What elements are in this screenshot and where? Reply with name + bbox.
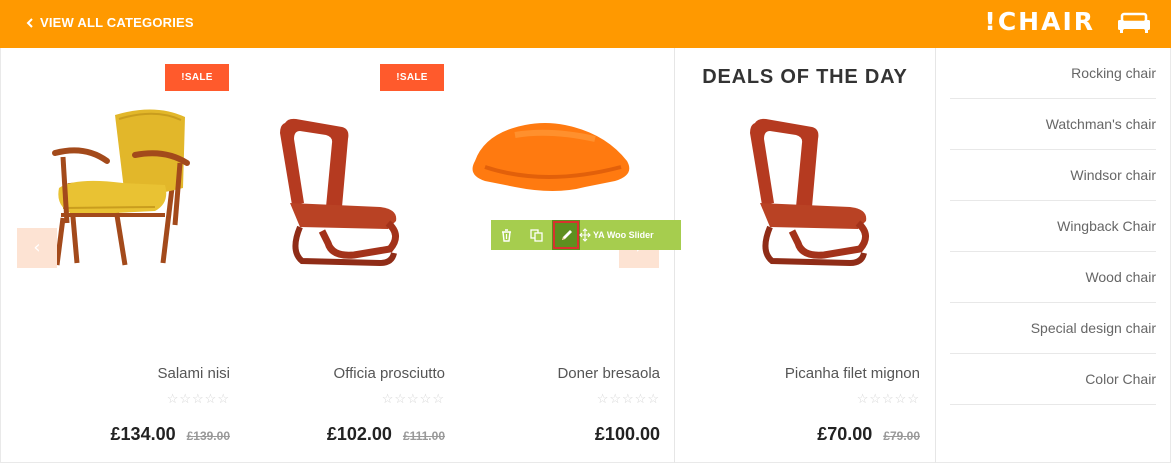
widget-edit-toolbar: YA Woo Slider bbox=[491, 220, 681, 250]
category-item-wood-chair[interactable]: Wood chair bbox=[950, 252, 1156, 303]
pencil-icon bbox=[561, 229, 572, 240]
category-item-wingback-chair[interactable]: Wingback Chair bbox=[950, 201, 1156, 252]
price-current: £134.00 bbox=[110, 424, 176, 444]
delete-button[interactable] bbox=[492, 220, 520, 250]
price-original: £139.00 bbox=[186, 429, 230, 443]
edit-button[interactable] bbox=[552, 220, 580, 250]
move-icon[interactable] bbox=[579, 228, 591, 242]
price-block: £70.00 £79.00 bbox=[817, 424, 920, 445]
price-current: £102.00 bbox=[326, 424, 392, 444]
product-card[interactable]: !SALE Officia prosciutto ☆☆☆☆☆ £102.00 £… bbox=[230, 48, 445, 463]
duplicate-button[interactable] bbox=[522, 220, 550, 250]
slider-prev-button[interactable]: ‹ bbox=[17, 228, 57, 268]
trash-icon bbox=[501, 228, 511, 242]
sofa-icon bbox=[1118, 12, 1150, 33]
category-list: Rocking chair Watchman's chair Windsor c… bbox=[950, 48, 1156, 405]
price-block: £134.00 £139.00 bbox=[111, 424, 230, 445]
price-original: £79.00 bbox=[883, 429, 920, 443]
product-image-cantilever-chair[interactable] bbox=[230, 103, 445, 273]
sale-badge: !SALE bbox=[165, 64, 229, 91]
category-item-special-design-chair[interactable]: Special design chair bbox=[950, 303, 1156, 354]
chevron-left-icon: ‹ bbox=[33, 237, 41, 258]
chevron-left-icon bbox=[26, 17, 33, 28]
deal-product-card[interactable]: Picanha filet mignon ☆☆☆☆☆ £70.00 £79.00 bbox=[705, 48, 920, 463]
view-all-categories-link[interactable]: VIEW ALL CATEGORIES bbox=[26, 15, 194, 30]
copy-icon bbox=[529, 228, 543, 242]
product-name[interactable]: Salami nisi bbox=[157, 365, 230, 382]
rating-stars: ☆☆☆☆☆ bbox=[381, 391, 445, 406]
product-name[interactable]: Officia prosciutto bbox=[334, 365, 445, 382]
brand-logo: !CHAIR bbox=[984, 7, 1095, 36]
divider bbox=[935, 48, 936, 463]
price-current: £70.00 bbox=[817, 424, 873, 444]
price-block: £102.00 £111.00 bbox=[327, 424, 445, 445]
price-original: £111.00 bbox=[402, 429, 445, 443]
price-current: £100.00 bbox=[594, 424, 660, 444]
price-block: £100.00 bbox=[595, 424, 660, 445]
category-item-watchmans-chair[interactable]: Watchman's chair bbox=[950, 99, 1156, 150]
category-item-windsor-chair[interactable]: Windsor chair bbox=[950, 150, 1156, 201]
category-item-rocking-chair[interactable]: Rocking chair bbox=[950, 48, 1156, 99]
rating-stars: ☆☆☆☆☆ bbox=[856, 391, 920, 406]
view-all-categories-label: VIEW ALL CATEGORIES bbox=[40, 15, 194, 30]
category-item-color-chair[interactable]: Color Chair bbox=[950, 354, 1156, 405]
product-image-cantilever-chair[interactable] bbox=[705, 103, 920, 273]
product-name[interactable]: Doner bresaola bbox=[557, 365, 660, 382]
product-name[interactable]: Picanha filet mignon bbox=[785, 365, 920, 382]
widget-name-label[interactable]: YA Woo Slider bbox=[593, 220, 654, 250]
rating-stars: ☆☆☆☆☆ bbox=[596, 391, 660, 406]
rating-stars: ☆☆☆☆☆ bbox=[166, 391, 230, 406]
divider bbox=[674, 48, 675, 463]
header-bar: VIEW ALL CATEGORIES !CHAIR bbox=[0, 0, 1171, 48]
sale-badge: !SALE bbox=[380, 64, 444, 91]
